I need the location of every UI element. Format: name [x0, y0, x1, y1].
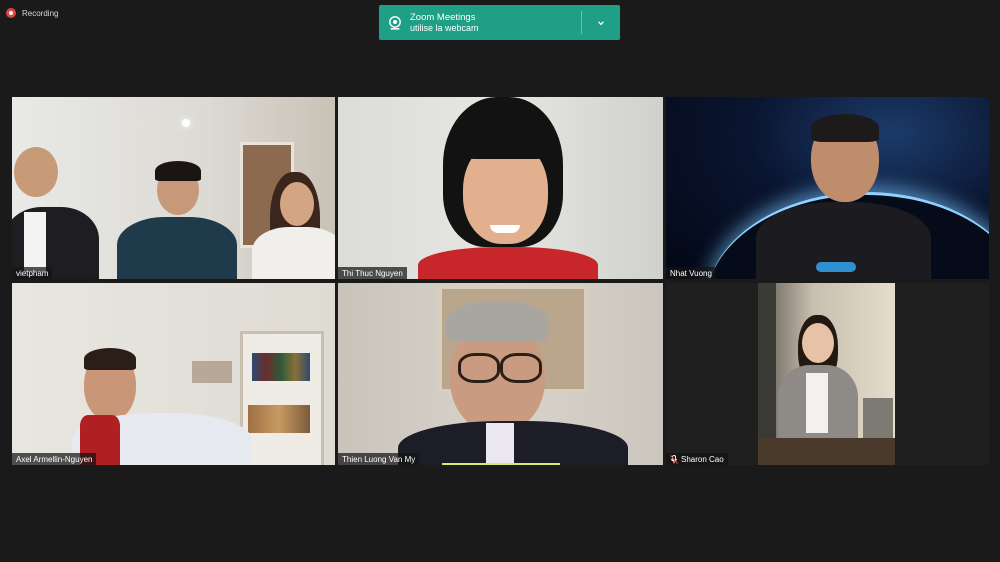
participant-name: Nhat Vuong — [670, 268, 712, 278]
participant-name-tag: Thi Thuc Nguyen — [338, 267, 407, 279]
recording-indicator[interactable]: Recording — [6, 6, 58, 20]
recording-label: Recording — [22, 8, 59, 18]
video-feed — [338, 97, 663, 279]
webcam-notification-banner[interactable]: Zoom Meetings utilise la webcam — [379, 5, 620, 40]
video-tile-axel-armellin-nguyen[interactable]: Axel Armellin-Nguyen — [12, 283, 335, 465]
video-tile-nhat-vuong[interactable]: Nhat Vuong — [666, 97, 989, 279]
participant-name-tag: Nhat Vuong — [666, 267, 716, 279]
video-tile-vietpham[interactable]: vietpham — [12, 97, 335, 279]
banner-content[interactable]: Zoom Meetings utilise la webcam — [379, 5, 581, 40]
mic-muted-icon — [670, 454, 678, 464]
participant-name: Thi Thuc Nguyen — [342, 268, 403, 278]
participant-name: Thien Luong Van My — [342, 454, 416, 464]
record-icon — [6, 8, 16, 18]
participant-name: vietpham — [16, 268, 49, 278]
video-tile-thien-luong-van-my[interactable]: Thien Luong Van My — [338, 283, 663, 465]
participant-name-tag: Thien Luong Van My — [338, 453, 420, 465]
chevron-down-icon — [598, 20, 604, 25]
video-tile-thi-thuc-nguyen[interactable]: Thi Thuc Nguyen — [338, 97, 663, 279]
participant-name: Sharon Cao — [681, 454, 724, 464]
banner-subtitle: utilise la webcam — [410, 22, 479, 33]
participant-name-tag: Sharon Cao — [666, 453, 728, 465]
video-feed — [338, 283, 663, 465]
video-tile-sharon-cao[interactable]: Sharon Cao — [666, 283, 989, 465]
video-feed — [12, 97, 335, 279]
webcam-icon — [389, 15, 401, 30]
video-feed — [12, 283, 335, 465]
video-feed — [666, 97, 989, 279]
video-feed — [758, 283, 895, 465]
banner-title: Zoom Meetings — [410, 11, 476, 23]
participant-name-tag: vietpham — [12, 267, 53, 279]
banner-expand-button[interactable] — [582, 5, 620, 40]
participant-name-tag: Axel Armellin-Nguyen — [12, 453, 97, 465]
participant-name: Axel Armellin-Nguyen — [16, 454, 93, 464]
